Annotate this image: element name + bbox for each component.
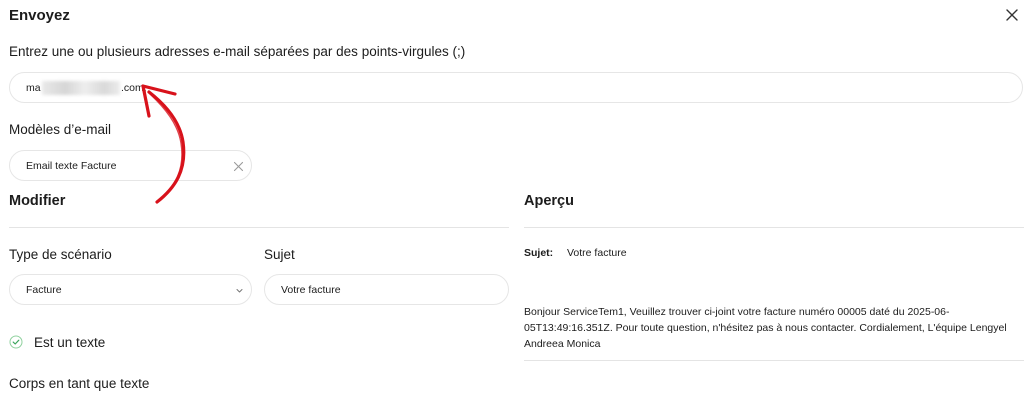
templates-label: Modèles d’e-mail xyxy=(9,122,112,137)
annotation-arrow xyxy=(141,84,186,204)
preview-subject-label: Sujet: xyxy=(524,247,554,259)
dialog-title: Envoyez xyxy=(9,7,70,24)
subject-value: Votre facture xyxy=(281,283,341,296)
email-template-select[interactable]: Email texte Facture xyxy=(9,150,252,181)
subject-label: Sujet xyxy=(264,247,295,262)
is-text-label[interactable]: Est un texte xyxy=(34,335,105,350)
edit-divider xyxy=(9,227,509,228)
scenario-value: Facture xyxy=(26,283,62,296)
preview-subject-value: Votre facture xyxy=(567,247,627,259)
preview-divider-top xyxy=(524,227,1024,228)
body-text-label: Corps en tant que texte xyxy=(9,376,150,391)
subject-input[interactable]: Votre facture xyxy=(264,274,509,305)
preview-divider-bottom xyxy=(524,360,1024,361)
check-circle-icon[interactable] xyxy=(9,335,23,349)
recipients-label: Entrez une ou plusieurs adresses e-mail … xyxy=(9,44,466,59)
template-selected-value: Email texte Facture xyxy=(26,159,117,172)
scenario-label: Type de scénario xyxy=(9,247,112,262)
preview-body: Bonjour ServiceTem1, Veuillez trouver ci… xyxy=(524,306,1007,350)
email-value-prefix: ma xyxy=(26,81,41,94)
edit-section-title: Modifier xyxy=(9,193,66,209)
clear-icon[interactable] xyxy=(233,161,244,172)
redacted-email-blur xyxy=(42,81,120,95)
scenario-type-select[interactable]: Facture xyxy=(9,274,252,305)
chevron-down-icon xyxy=(236,289,243,293)
close-icon[interactable] xyxy=(1003,6,1021,24)
preview-section-title: Aperçu xyxy=(524,193,574,209)
